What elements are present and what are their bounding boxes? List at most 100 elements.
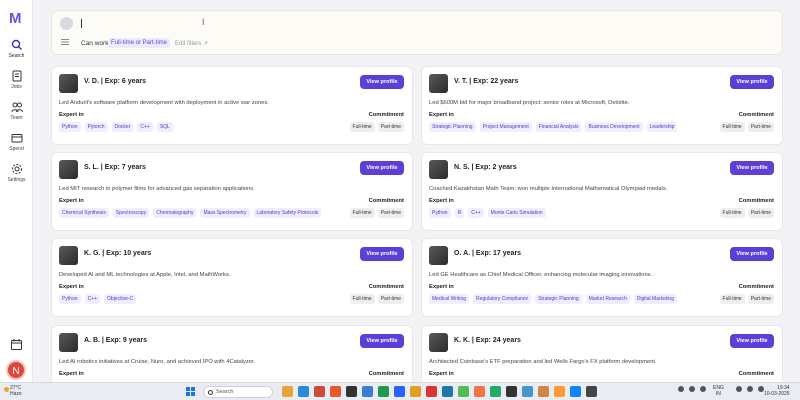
- nav-item-settings[interactable]: Settings: [0, 163, 33, 183]
- skills-list: Chemical Synthesis Spectroscopy Chromatogr…: [59, 208, 322, 218]
- commitment-list: Full-time Part-time: [349, 294, 404, 304]
- view-profile-button[interactable]: View profile: [730, 75, 774, 89]
- weather-icon: [4, 387, 9, 392]
- commitment-full-time: Full-time: [349, 208, 375, 218]
- taskbar-app-icon[interactable]: [538, 386, 549, 397]
- taskbar-app-icon[interactable]: [554, 386, 565, 397]
- commitment-label: Commitment: [738, 284, 774, 290]
- commitment-list: Full-time Part-time: [719, 208, 774, 218]
- candidate-photo: [429, 333, 448, 352]
- taskbar-app-icon[interactable]: [458, 386, 469, 397]
- user-avatar[interactable]: N: [6, 360, 26, 380]
- taskbar-search[interactable]: Search: [203, 386, 273, 398]
- expert-in-label: Expert in: [429, 371, 454, 377]
- commitment-label: Commitment: [738, 112, 774, 118]
- commitment-label: Commitment: [368, 112, 404, 118]
- team-icon: [11, 102, 23, 113]
- commitment-label: Commitment: [738, 198, 774, 204]
- commitment-full-time: Full-time: [349, 122, 375, 132]
- taskbar-app-icon[interactable]: [474, 386, 485, 397]
- taskbar-app-icon[interactable]: [490, 386, 501, 397]
- candidate-name: V. D. | Exp: 6 years: [84, 78, 147, 85]
- candidate-card: V. D. | Exp: 6 years View profile Led An…: [51, 66, 413, 145]
- taskbar-app-icon[interactable]: [586, 386, 597, 397]
- taskbar-app-icon[interactable]: [442, 386, 453, 397]
- skill-chip: Chromatography: [153, 208, 197, 218]
- taskbar-app-icon[interactable]: [346, 386, 357, 397]
- skills-list: Python R C++ Monte Carlo Simulation: [429, 208, 546, 218]
- language-indicator[interactable]: ENG IN: [713, 385, 724, 397]
- taskbar-app-icon[interactable]: [410, 386, 421, 397]
- taskbar-app-icon[interactable]: [298, 386, 309, 397]
- clock[interactable]: 19:34 10-03-2025: [764, 385, 790, 397]
- system-tray[interactable]: [678, 386, 706, 392]
- calendar-icon[interactable]: [10, 338, 23, 351]
- windows-start-icon[interactable]: [186, 387, 196, 397]
- commitment-part-time: Part-time: [377, 294, 404, 304]
- taskbar-app-icon[interactable]: [506, 386, 517, 397]
- skill-chip: Docker: [111, 122, 134, 132]
- document-icon: [12, 70, 21, 82]
- app-logo[interactable]: M: [9, 10, 25, 27]
- candidate-summary: Coached Kazakhstan Math Team; won multip…: [429, 186, 668, 192]
- candidate-summary: Led GE Healthcare as Chief Medical Offic…: [429, 272, 653, 278]
- expert-in-label: Expert in: [429, 284, 454, 290]
- candidate-name: K. G. | Exp: 10 years: [84, 250, 152, 257]
- taskbar-app-icon[interactable]: [426, 386, 437, 397]
- commitment-label: Commitment: [368, 371, 404, 377]
- candidate-photo: [59, 246, 78, 265]
- expert-in-label: Expert in: [429, 112, 454, 118]
- nav-item-spend[interactable]: Spend: [0, 132, 33, 152]
- candidate-photo: [59, 74, 78, 93]
- view-profile-button[interactable]: View profile: [730, 161, 774, 175]
- nav-label: Settings: [7, 177, 26, 183]
- commitment-list: Full-time Part-time: [349, 208, 404, 218]
- skill-chip: Python: [59, 294, 81, 304]
- taskbar-app-icon[interactable]: [282, 386, 293, 397]
- nav-item-search[interactable]: Search: [0, 39, 33, 59]
- view-profile-button[interactable]: View profile: [730, 334, 774, 348]
- text-cursor-icon: I: [202, 17, 205, 27]
- skills-list: Strategic Planning Project Management Fina…: [429, 122, 678, 132]
- view-profile-button[interactable]: View profile: [360, 75, 404, 89]
- filter-chip[interactable]: Full-time or Part-time: [108, 38, 171, 48]
- candidate-card: O. A. | Exp: 17 years View profile Led G…: [421, 238, 783, 317]
- network-volume-icons[interactable]: [736, 386, 764, 392]
- view-profile-button[interactable]: View profile: [360, 161, 404, 175]
- taskbar-app-icon[interactable]: [394, 386, 405, 397]
- search-avatar: [60, 17, 73, 30]
- edit-filters-link[interactable]: Edit filters ↗: [175, 40, 208, 47]
- skill-chip: C++: [84, 294, 101, 304]
- candidate-card: K. G. | Exp: 10 years View profile Devel…: [51, 238, 413, 317]
- taskbar-app-icon[interactable]: [362, 386, 373, 397]
- skills-list: Python Pytorch Docker C++ SQL: [59, 122, 173, 132]
- taskbar-app-icon[interactable]: [378, 386, 389, 397]
- skill-chip: Regulatory Compliance: [473, 294, 532, 304]
- expert-in-label: Expert in: [59, 371, 84, 377]
- candidate-name: O. A. | Exp: 17 years: [454, 250, 522, 257]
- commitment-full-time: Full-time: [719, 294, 745, 304]
- commitment-full-time: Full-time: [719, 122, 745, 132]
- taskbar-app-icon[interactable]: [570, 386, 581, 397]
- taskbar-app-icon[interactable]: [330, 386, 341, 397]
- view-profile-button[interactable]: View profile: [360, 247, 404, 261]
- taskbar-app-icon[interactable]: [314, 386, 325, 397]
- search-icon: [11, 39, 22, 50]
- skill-chip: Python: [59, 122, 81, 132]
- skill-chip: Business Development: [585, 122, 643, 132]
- search-input[interactable]: [81, 19, 82, 28]
- nav-item-jobs[interactable]: Jobs: [0, 70, 33, 90]
- view-profile-button[interactable]: View profile: [360, 334, 404, 348]
- view-profile-button[interactable]: View profile: [730, 247, 774, 261]
- weather-widget[interactable]: 27°C Haze: [10, 385, 22, 397]
- taskbar-app-icon[interactable]: [522, 386, 533, 397]
- search-icon: [208, 390, 213, 395]
- expert-in-label: Expert in: [59, 198, 84, 204]
- filter-icon[interactable]: [61, 39, 69, 45]
- nav-item-team[interactable]: Team: [0, 101, 33, 121]
- skill-chip: Objective-C: [104, 294, 137, 304]
- commitment-part-time: Part-time: [747, 122, 774, 132]
- commitment-list: Full-time Part-time: [349, 122, 404, 132]
- commitment-full-time: Full-time: [719, 208, 745, 218]
- taskbar-search-placeholder: Search: [216, 389, 234, 395]
